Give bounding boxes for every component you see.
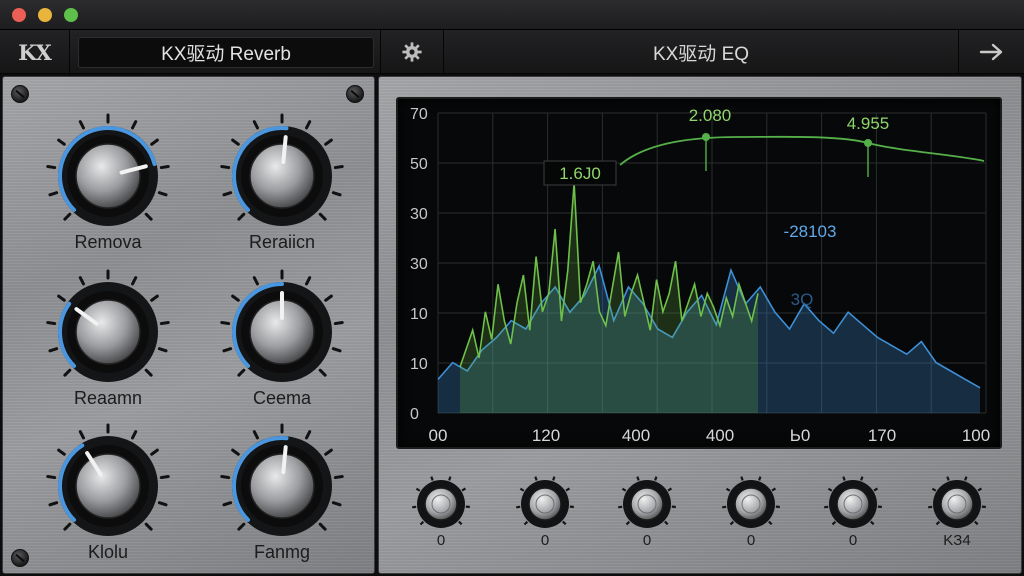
band-knob-dial[interactable] [510, 474, 580, 534]
band-knob-label: 0 [642, 532, 652, 549]
eq-band-knob-4[interactable]: 0 [716, 474, 786, 554]
y-tick-label: 0 [410, 406, 419, 423]
x-tick-label: 400 [706, 426, 734, 445]
eq-band-knob-5[interactable]: 0 [818, 474, 888, 554]
y-tick-label: 10 [410, 306, 428, 323]
knob-3[interactable]: Reaamn [43, 267, 173, 417]
knob-1[interactable]: Remova [43, 111, 173, 261]
gear-icon [402, 42, 422, 62]
knob-6[interactable]: Fanmg [217, 421, 347, 571]
knob-dial[interactable] [217, 111, 347, 241]
y-tick-label: 70 [410, 106, 428, 123]
band-knob-dial[interactable] [818, 474, 888, 534]
graph-annotation: 2.080 [689, 106, 732, 125]
screw-icon [11, 549, 29, 567]
knob-label: Reraiicn [248, 232, 316, 252]
x-tick-label: 00 [429, 426, 448, 445]
reverb-knob-panel: Remova Reraiicn Reaamn Ceema Klolu Fanmg [2, 76, 375, 574]
band-knob-dial[interactable] [716, 474, 786, 534]
graph-annotation: -28103 [784, 222, 837, 241]
knob-4[interactable]: Ceema [217, 267, 347, 417]
eq-band-knob-2[interactable]: 0 [510, 474, 580, 554]
y-tick-label: 30 [410, 256, 428, 273]
band-knob-label: 0 [540, 532, 550, 549]
screw-icon [346, 85, 364, 103]
settings-button[interactable] [380, 30, 444, 74]
eq-curve [619, 135, 985, 166]
x-tick-label: Ь0 [790, 426, 811, 445]
eq-band-knob-3[interactable]: 0 [612, 474, 682, 554]
x-tick-label: 120 [532, 426, 560, 445]
close-window-button[interactable] [12, 8, 26, 22]
graph-annotation: 3Q [791, 290, 814, 309]
band-knob-dial[interactable] [406, 474, 476, 534]
knob-label: Ceema [252, 388, 312, 408]
knob-dial[interactable] [217, 421, 347, 551]
band-knob-dial[interactable] [612, 474, 682, 534]
plugin-toolbar: KX KX驱动 Reverb KX驱动 EQ [0, 30, 1024, 74]
knob-2[interactable]: Reraiicn [217, 111, 347, 261]
band-knob-dial[interactable] [922, 474, 992, 534]
x-tick-label: 170 [868, 426, 896, 445]
zoom-window-button[interactable] [64, 8, 78, 22]
knob-label: Remova [74, 232, 142, 252]
knob-label: Klolu [87, 542, 129, 562]
knob-label: Reaamn [73, 388, 143, 408]
knob-dial[interactable] [43, 111, 173, 241]
graph-annotation: 4.955 [847, 114, 890, 133]
eq-band-knob-6[interactable]: KЗ4 [922, 474, 992, 554]
knob-5[interactable]: Klolu [43, 421, 173, 571]
band-knob-label: KЗ4 [943, 532, 971, 549]
preset-selector[interactable]: KX驱动 Reverb [78, 37, 374, 68]
spectrum-area [460, 183, 758, 413]
y-tick-label: 10 [410, 356, 428, 373]
arrow-right-icon [979, 43, 1002, 61]
knob-label: Fanmg [253, 542, 311, 562]
next-button[interactable] [958, 30, 1024, 74]
knob-dial[interactable] [43, 421, 173, 551]
graph-annotation: 1.6J0 [559, 164, 601, 183]
knob-dial[interactable] [43, 267, 173, 397]
band-knob-label: 0 [436, 532, 446, 549]
title-bar [0, 0, 1024, 30]
y-tick-label: 50 [410, 156, 428, 173]
eq-title: KX驱动 EQ [652, 43, 750, 65]
band-knob-label: 0 [746, 532, 756, 549]
eq-band-knob-1[interactable]: 0 [406, 474, 476, 554]
x-tick-label: 100 [962, 426, 990, 445]
eq-node-handle [702, 133, 710, 141]
eq-spectrum-graph[interactable]: 70 50 30 30 10 10 0 00 120 400 400 Ь0 170 100 1.6J0 2.0… [396, 97, 1002, 449]
knob-dial[interactable] [217, 267, 347, 397]
minimize-window-button[interactable] [38, 8, 52, 22]
screw-icon [11, 85, 29, 103]
x-tick-label: 400 [622, 426, 650, 445]
eq-node-handle [864, 139, 872, 147]
y-tick-label: 30 [410, 206, 428, 223]
band-knob-label: 0 [848, 532, 858, 549]
kx-logo: KX [0, 30, 70, 74]
